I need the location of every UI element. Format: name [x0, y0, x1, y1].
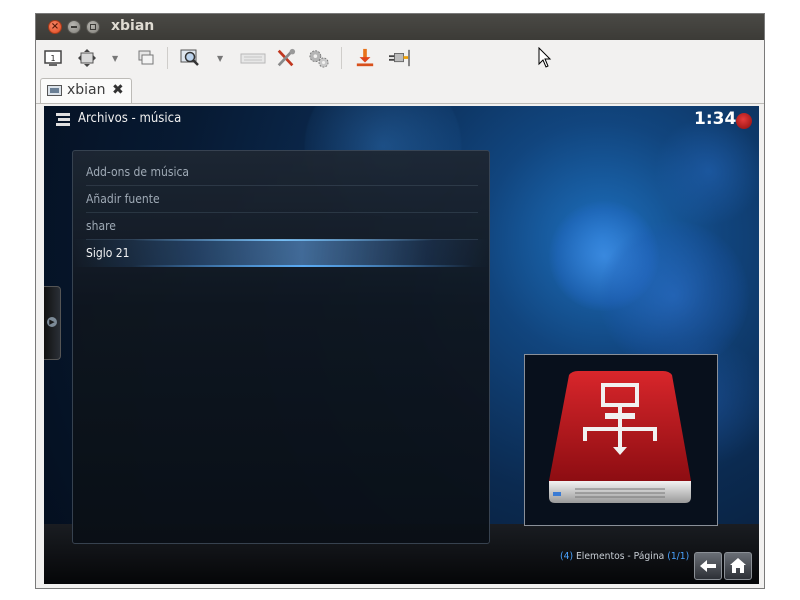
- gears-icon[interactable]: [307, 48, 331, 68]
- display-icon: [47, 85, 62, 96]
- toolbar-separator: [167, 47, 168, 69]
- toolbar: 1 ▼ ▼: [36, 40, 764, 76]
- minimize-window-button[interactable]: [67, 20, 81, 34]
- tab-bar: xbian ✖: [36, 76, 764, 104]
- tab-xbian[interactable]: xbian ✖: [40, 78, 132, 103]
- files-menu-icon: [56, 113, 70, 126]
- maximize-window-button[interactable]: [86, 20, 100, 34]
- keyboard-icon[interactable]: [240, 48, 266, 68]
- tools-icon[interactable]: [274, 48, 298, 68]
- list-item[interactable]: Añadir fuente: [86, 186, 478, 213]
- tab-label: xbian: [67, 82, 106, 98]
- download-icon[interactable]: [354, 48, 376, 68]
- elements-label: Elementos - Página: [575, 551, 665, 562]
- title-bar: × xbian: [36, 14, 764, 40]
- close-tab-icon[interactable]: ✖: [112, 82, 124, 98]
- clock: 1:34: [694, 109, 737, 129]
- power-icon[interactable]: [736, 113, 752, 129]
- back-button[interactable]: [694, 552, 722, 580]
- list-item-selected[interactable]: Siglo 21: [86, 240, 478, 266]
- chevron-down-icon[interactable]: ▼: [112, 54, 118, 63]
- side-menu-tab[interactable]: ▶: [44, 286, 61, 360]
- app-window: × xbian 1 ▼ ▼ xbian ✖ Archivos - música: [35, 13, 765, 589]
- home-button[interactable]: [724, 552, 752, 580]
- list-item[interactable]: share: [86, 213, 478, 240]
- background-bokeh: [654, 116, 759, 226]
- chevron-down-icon[interactable]: ▼: [217, 54, 223, 63]
- chevron-right-icon: ▶: [47, 317, 57, 327]
- thumbnail-frame: [524, 354, 718, 526]
- toolbar-separator: [341, 47, 342, 69]
- display-icon[interactable]: 1: [43, 48, 63, 68]
- zoom-icon[interactable]: [180, 48, 200, 68]
- home-icon: [730, 558, 746, 573]
- network-drive-icon: [549, 371, 691, 503]
- back-arrow-icon: [700, 560, 716, 572]
- kodi-screen[interactable]: Archivos - música 1:34 Add-ons de música…: [44, 106, 759, 584]
- page-info: (4) Elementos - Página (1/1): [560, 551, 690, 562]
- window-title: xbian: [111, 18, 155, 34]
- list-item[interactable]: Add-ons de música: [86, 159, 478, 186]
- svg-text:1: 1: [50, 54, 55, 63]
- page-title: Archivos - música: [78, 111, 182, 126]
- page-number: 1/1: [670, 551, 686, 562]
- windows-icon[interactable]: [136, 48, 156, 68]
- plug-icon[interactable]: [386, 48, 412, 68]
- mouse-cursor-icon: [538, 47, 552, 68]
- file-list-panel: Add-ons de música Añadir fuente share Si…: [72, 150, 490, 544]
- close-window-button[interactable]: ×: [48, 20, 62, 34]
- move-arrows-icon[interactable]: [77, 48, 97, 68]
